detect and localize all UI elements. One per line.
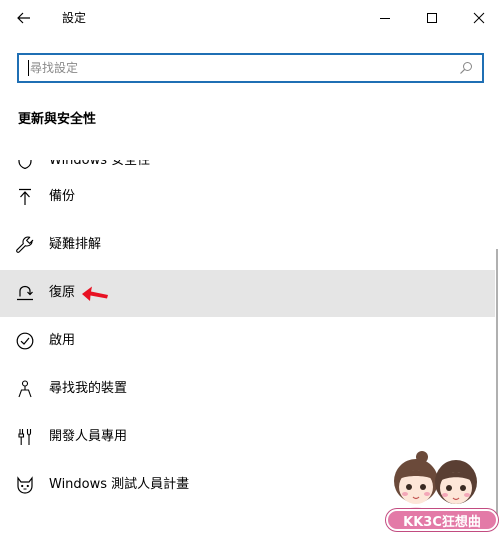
- minimize-button[interactable]: [362, 0, 408, 36]
- close-button[interactable]: [456, 0, 502, 36]
- back-button[interactable]: [0, 0, 48, 36]
- nav-item-activation[interactable]: 啟用: [0, 318, 495, 364]
- shield-icon: [16, 160, 34, 170]
- nav-item-backup[interactable]: 備份: [0, 174, 495, 220]
- watermark-badge: KK3C狂想曲: [386, 509, 498, 531]
- nav-label-recovery: 復原: [49, 285, 76, 300]
- settings-window: 設定 尋找設定 更新與安全性 Windows 安全性 備份 疑難排解 復原 啟用…: [0, 0, 502, 537]
- nav-label-windows-insider: Windows 測試人員計畫: [49, 477, 190, 492]
- window-title: 設定: [62, 11, 87, 25]
- search-input[interactable]: 尋找設定: [17, 53, 484, 83]
- developer-tools-icon: [16, 428, 34, 446]
- recovery-icon: [16, 284, 34, 302]
- checkmark-circle-icon: [16, 332, 34, 350]
- kk3c-watermark: KK3C狂想曲: [378, 449, 502, 537]
- person-pin-icon: [16, 380, 34, 398]
- close-icon: [473, 12, 485, 24]
- back-arrow-icon: [17, 12, 30, 24]
- wrench-icon: [16, 236, 34, 254]
- nav-item-find-my-device[interactable]: 尋找我的裝置: [0, 366, 495, 412]
- nav-label-for-developers: 開發人員專用: [49, 429, 128, 444]
- section-header: 更新與安全性: [18, 112, 97, 127]
- cartoon-mascots-icon: [394, 451, 477, 515]
- nav-label-backup: 備份: [49, 189, 76, 204]
- search-icon[interactable]: [459, 61, 473, 75]
- maximize-button[interactable]: [409, 0, 455, 36]
- nav-label-activation: 啟用: [49, 333, 76, 348]
- nav-item-windows-security[interactable]: Windows 安全性: [0, 160, 495, 172]
- nav-label-find-my-device: 尋找我的裝置: [49, 381, 128, 396]
- red-pointer-arrow-icon: [82, 286, 108, 301]
- nav-item-recovery[interactable]: 復原: [0, 270, 495, 317]
- minimize-icon: [380, 18, 390, 19]
- insider-cat-icon: [16, 476, 34, 494]
- backup-arrow-icon: [16, 188, 34, 206]
- title-bar: 設定: [0, 0, 502, 36]
- watermark-text: KK3C狂想曲: [403, 514, 481, 530]
- nav-item-troubleshoot[interactable]: 疑難排解: [0, 222, 495, 268]
- search-placeholder: 尋找設定: [30, 61, 79, 75]
- nav-label-windows-security: Windows 安全性: [49, 160, 151, 168]
- maximize-icon: [427, 13, 437, 23]
- text-caret: [28, 60, 29, 76]
- nav-label-troubleshoot: 疑難排解: [49, 237, 102, 252]
